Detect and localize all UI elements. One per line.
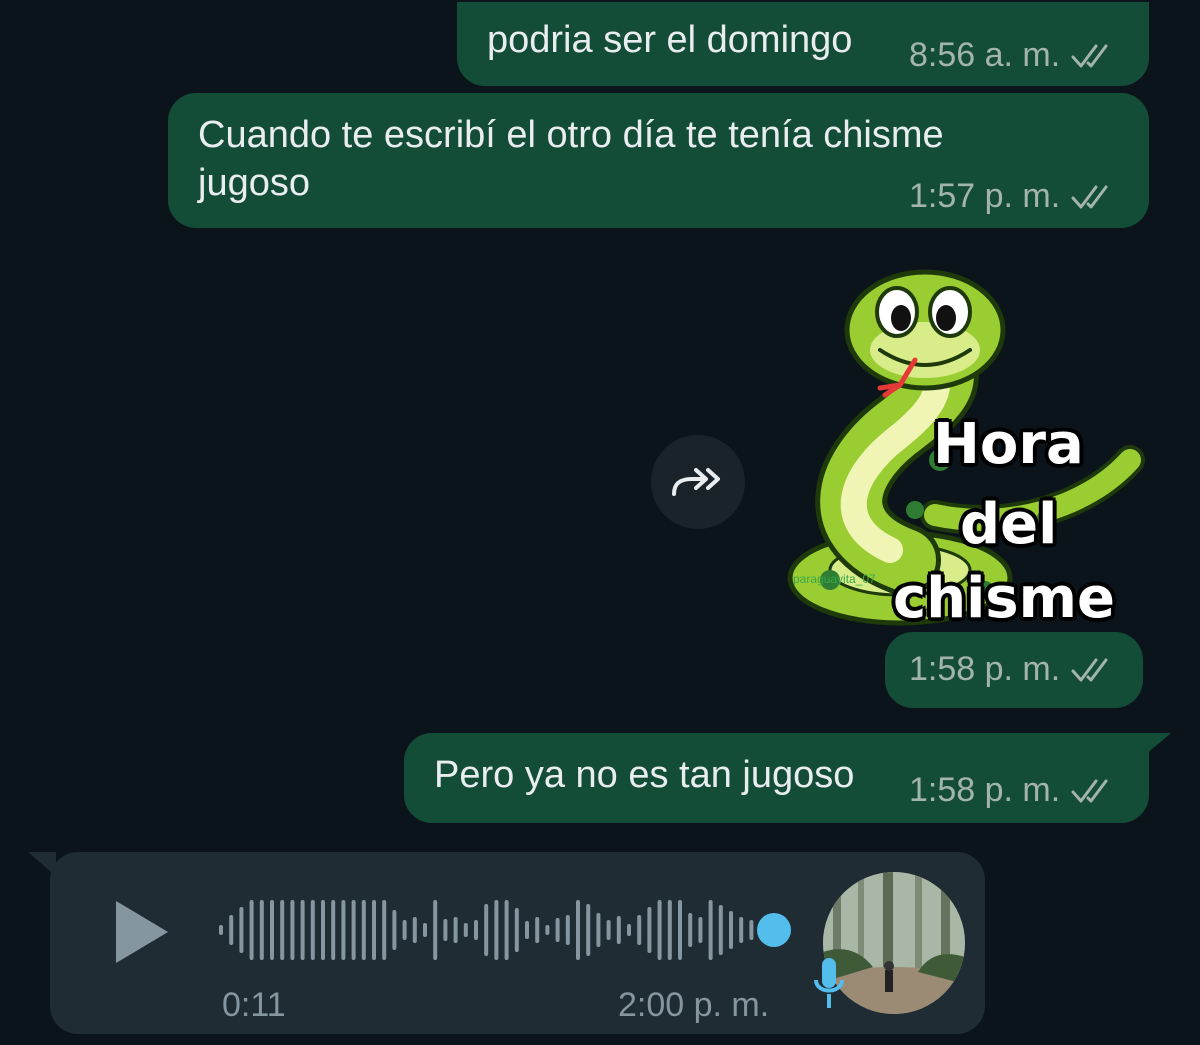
double-check-icon	[1071, 185, 1108, 208]
waveform-bar	[688, 913, 693, 947]
waveform-bar	[718, 905, 723, 955]
play-icon[interactable]	[112, 897, 172, 967]
waveform-bar	[616, 916, 621, 944]
waveform-bar	[423, 923, 427, 937]
waveform-bar	[484, 904, 489, 956]
sticker-caption-line2: del	[960, 492, 1058, 557]
waveform-bar	[698, 917, 703, 943]
waveform-bar	[637, 915, 642, 945]
waveform-bar	[494, 900, 499, 960]
sticker-meta-pill: 1:58 p. m.	[885, 632, 1143, 708]
double-check-icon	[1071, 779, 1108, 802]
message-text-line1: Cuando te escribí el otro día te tenía c…	[198, 114, 944, 156]
bubble-tail	[1145, 733, 1171, 755]
waveform-bar	[433, 900, 438, 960]
sticker-watermark: paraguayita_07	[793, 572, 876, 586]
waveform-bar	[749, 920, 754, 940]
waveform-bar	[525, 921, 529, 939]
waveform-bar	[331, 900, 336, 960]
outgoing-message-bubble[interactable]: Pero ya no es tan jugoso 1:58 p. m.	[404, 733, 1149, 823]
message-meta: 1:58 p. m.	[909, 650, 1118, 689]
waveform-bar	[729, 911, 733, 949]
sticker-caption-line1: Hora	[933, 412, 1084, 477]
message-time: 1:58 p. m.	[909, 650, 1061, 688]
double-check-icon	[1071, 44, 1108, 67]
voice-duration: 0:11	[222, 986, 286, 1024]
waveform-bar	[545, 925, 550, 935]
waveform-bar	[239, 907, 244, 953]
waveform-bar	[259, 900, 264, 960]
waveform-bar	[606, 920, 611, 940]
waveform-bar	[382, 900, 387, 960]
waveform-bar	[321, 900, 325, 960]
message-meta: 1:57 p. m.	[909, 177, 1118, 216]
message-meta: 1:58 p. m.	[909, 771, 1118, 810]
waveform-bar	[647, 907, 652, 953]
waveform-bar	[412, 917, 417, 943]
voice-note-bubble[interactable]: 0:11 2:00 p. m.	[50, 852, 985, 1034]
waveform-bar	[341, 900, 346, 960]
waveform-bar	[300, 900, 305, 960]
forward-button[interactable]	[651, 435, 745, 529]
waveform[interactable]	[215, 890, 795, 970]
snake-sticker[interactable]: Hora del chisme paraguayita_07	[785, 260, 1145, 631]
message-text: Pero ya no es tan jugoso	[434, 754, 855, 796]
message-time: 8:56 a. m.	[909, 36, 1061, 74]
forward-icon	[672, 468, 720, 496]
message-time: 1:57 p. m.	[909, 177, 1061, 215]
waveform-bar	[361, 900, 366, 960]
double-check-icon	[1071, 658, 1108, 681]
waveform-bar	[402, 920, 407, 940]
waveform-bar	[586, 904, 591, 956]
waveform-bar	[657, 900, 662, 960]
waveform-bar	[249, 900, 254, 960]
waveform-bar	[667, 900, 672, 960]
message-text-line2: jugoso	[198, 162, 310, 204]
waveform-bar	[678, 900, 682, 960]
waveform-bar	[453, 917, 458, 943]
mic-icon	[814, 958, 844, 1008]
waveform-bar	[474, 920, 478, 940]
waveform-bar	[372, 900, 376, 960]
waveform-bar	[596, 913, 601, 947]
waveform-bar	[290, 900, 295, 960]
playhead-handle[interactable]	[757, 913, 791, 947]
waveform-bar	[555, 918, 560, 942]
outgoing-message-bubble[interactable]: podria ser el domingo 8:56 a. m.	[457, 2, 1149, 86]
waveform-bar	[310, 900, 315, 960]
waveform-bar	[219, 925, 223, 935]
waveform-bar	[739, 917, 744, 943]
waveform-bar	[504, 900, 509, 960]
message-text: podria ser el domingo	[487, 19, 853, 61]
outgoing-message-bubble[interactable]: Cuando te escribí el otro día te tenía c…	[168, 93, 1149, 228]
waveform-bar	[392, 910, 397, 950]
waveform-bar	[535, 917, 540, 943]
message-time: 1:58 p. m.	[909, 771, 1061, 809]
waveform-bar	[280, 900, 285, 960]
waveform-bar	[443, 919, 448, 941]
message-meta: 8:56 a. m.	[909, 36, 1118, 75]
waveform-bar	[708, 900, 713, 960]
waveform-bar	[565, 915, 570, 945]
waveform-bar	[229, 915, 234, 945]
voice-time: 2:00 p. m.	[618, 986, 770, 1024]
waveform-bar	[351, 900, 356, 960]
waveform-bar	[576, 900, 580, 960]
waveform-bar	[627, 924, 631, 936]
sticker-caption-line3: chisme	[893, 566, 1115, 631]
waveform-bar	[270, 900, 274, 960]
waveform-bar	[514, 908, 519, 952]
waveform-bar	[463, 923, 468, 937]
